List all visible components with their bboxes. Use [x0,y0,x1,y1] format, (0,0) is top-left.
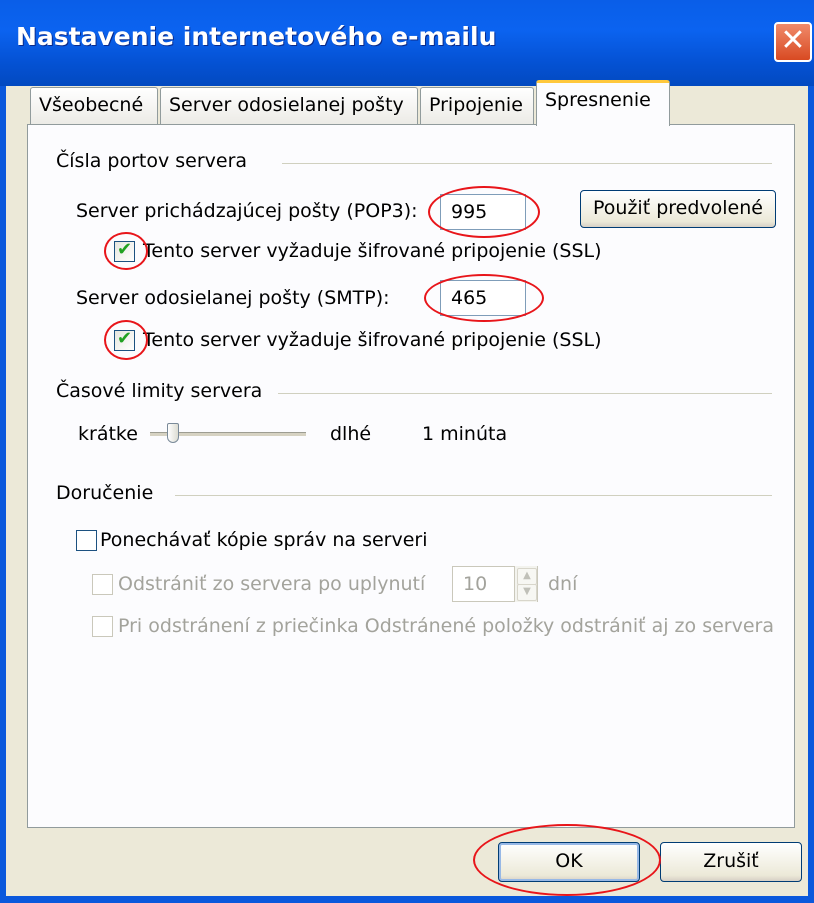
timeouts-group-divider [278,393,772,394]
incoming-port-highlight [428,186,540,238]
timeout-slider-thumb[interactable] [167,423,180,443]
tab-advanced[interactable]: Spresnenie [536,80,670,126]
outgoing-ssl-highlight [104,320,148,360]
window-frame-right [808,86,814,903]
remove-after-unit: dní [548,573,578,595]
delivery-group-title: Doručenie [56,482,154,504]
ok-button-highlight [473,824,661,896]
window-frame-bottom [0,896,814,903]
window-title: Nastavenie internetového e-mailu [16,22,497,51]
timeout-long-label: dlhé [330,423,372,445]
outgoing-ssl-label: Tento server vyžaduje šifrované pripojen… [143,329,602,351]
tab-general[interactable]: Všeobecné [30,87,158,124]
outgoing-port-highlight [424,274,544,322]
remove-after-label: Odstrániť zo servera po uplynutí [118,573,426,595]
remove-after-spinner[interactable]: ▲ ▼ [514,566,537,602]
close-icon: ✕ [780,23,806,58]
ports-group-divider [282,163,772,164]
window-frame-left [0,86,6,903]
tab-outgoing-server[interactable]: Server odosielanej pošty [160,87,418,124]
use-defaults-button[interactable]: Použiť predvolené [580,190,776,228]
ports-group-title: Čísla portov servera [56,150,248,172]
remove-deleted-checkbox[interactable] [92,616,113,637]
timeouts-group-title: Časové limity servera [56,380,263,402]
remove-after-checkbox[interactable] [92,574,113,595]
tab-connection[interactable]: Pripojenie [420,87,534,124]
incoming-ssl-highlight [104,232,148,270]
spin-up-icon[interactable]: ▲ [517,568,537,585]
spin-down-icon[interactable]: ▼ [517,584,537,601]
keep-copies-label: Ponechávať kópie správ na serveri [100,529,428,551]
keep-copies-checkbox[interactable] [76,530,97,551]
timeout-value: 1 minúta [422,423,508,445]
cancel-button[interactable]: Zrušiť [660,842,802,882]
outgoing-port-label: Server odosielanej pošty (SMTP): [76,287,390,309]
close-button[interactable]: ✕ [774,22,812,62]
tab-panel [27,124,795,828]
incoming-ssl-label: Tento server vyžaduje šifrované pripojen… [143,240,602,262]
incoming-port-label: Server prichádzajúcej pošty (POP3): [76,200,418,222]
remove-deleted-label: Pri odstránení z priečinka Odstránené po… [118,615,774,637]
delivery-group-divider [175,495,772,496]
timeout-short-label: krátke [78,423,138,445]
